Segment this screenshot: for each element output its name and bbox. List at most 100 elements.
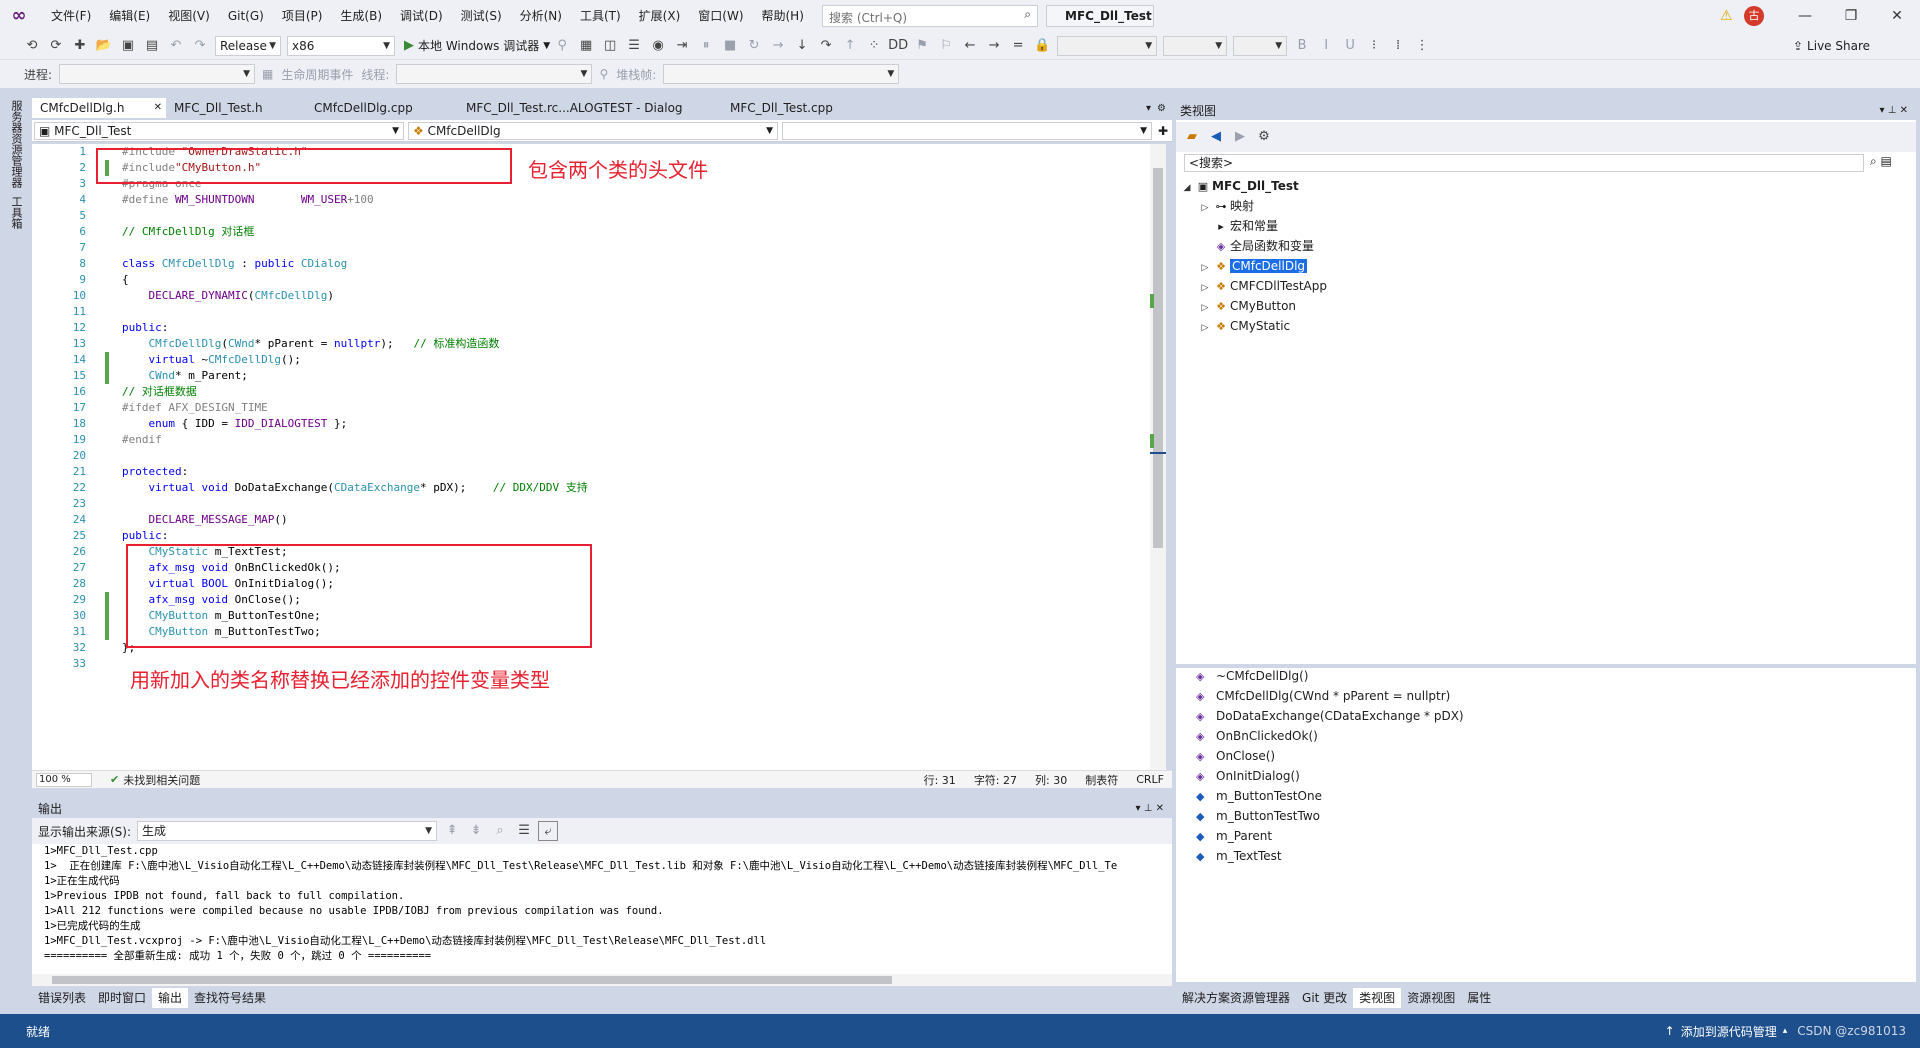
code-line[interactable]: 10 DECLARE_DYNAMIC(CMfcDellDlg)	[32, 288, 1132, 304]
underline-icon[interactable]: U	[1340, 36, 1360, 56]
tab-resource-view[interactable]: 资源视图	[1401, 988, 1461, 1008]
tab-toolbox[interactable]: 工具箱	[8, 196, 24, 229]
eol-indicator[interactable]: CRLF	[1136, 773, 1164, 786]
zoom-select[interactable]: 100 %	[36, 772, 92, 787]
back-icon[interactable]: ◀	[1206, 127, 1226, 147]
tab-solution-explorer[interactable]: 解决方案资源管理器	[1176, 988, 1296, 1008]
code-line[interactable]: 24 DECLARE_MESSAGE_MAP()	[32, 512, 1132, 528]
menu-view[interactable]: 视图(V)	[159, 0, 219, 32]
hscrollbar-thumb[interactable]	[52, 976, 892, 984]
code-line[interactable]: 23	[32, 496, 1132, 512]
stop-icon[interactable]: ■	[720, 36, 740, 56]
step-icon[interactable]: →	[768, 36, 788, 56]
open-icon[interactable]: 📂	[94, 36, 114, 56]
code-line[interactable]: 12 public:	[32, 320, 1132, 336]
menu-edit[interactable]: 编辑(E)	[100, 0, 159, 32]
export-icon[interactable]: ⇥	[672, 36, 692, 56]
word-wrap-icon[interactable]: ⤶	[538, 821, 559, 841]
font-select[interactable]: ▼	[1057, 35, 1158, 56]
class-nav-select[interactable]: ❖ CMfcDellDlg ▼	[408, 121, 778, 140]
tree-node-cmystatic[interactable]: ▷ ❖ CMyStatic	[1198, 316, 1291, 336]
code-line[interactable]: 4 #define WM_SHUNTDOWN WM_USER+100	[32, 192, 1132, 208]
tab-mfc-dll-test-h[interactable]: MFC_Dll_Test.h	[166, 98, 306, 118]
settings-icon[interactable]: ⚙	[1254, 127, 1274, 147]
code-line[interactable]: 6 // CMfcDellDlg 对话框	[32, 224, 1132, 240]
new-folder-icon[interactable]: ▰	[1182, 127, 1202, 147]
tree-root[interactable]: ◢ ▣ MFC_Dll_Test	[1180, 176, 1299, 196]
code-line[interactable]: 19 #endif	[32, 432, 1132, 448]
start-debug-button[interactable]: ▶ 本地 Windows 调试器 ▼	[404, 37, 550, 54]
stack-select[interactable]: ▼	[663, 64, 900, 84]
tab-error-list[interactable]: 错误列表	[32, 988, 92, 1008]
search-icon[interactable]: ⌕ ▤	[1870, 154, 1892, 169]
align-right-icon[interactable]: ⋮	[1412, 36, 1432, 56]
tab-indicator[interactable]: 制表符	[1085, 772, 1118, 788]
menu-git[interactable]: Git(G)	[219, 0, 273, 32]
member-destructor[interactable]: ◈ ~CMfcDellDlg()	[1196, 666, 1308, 686]
find-icon[interactable]: ⌕	[490, 821, 510, 841]
tree-node-maps[interactable]: ▷ ⊶ 映射	[1198, 196, 1254, 216]
code-line[interactable]: 18 enum { IDD = IDD_DIALOGTEST };	[32, 416, 1132, 432]
forward-icon[interactable]: ⟳	[46, 36, 66, 56]
output-text[interactable]: 1>MFC_Dll_Test.cpp 1> 正在创建库 F:\鹿中池\L_Visi…	[32, 844, 1172, 974]
tab-output[interactable]: 输出	[152, 988, 189, 1008]
folder-icon[interactable]: ▦	[576, 36, 596, 56]
member-m-parent[interactable]: ◆ m_Parent	[1196, 826, 1272, 846]
tab-cmfcdelldlg-h[interactable]: CMfcDellDlg.h ✕	[32, 98, 166, 118]
attach-icon[interactable]: ⚲	[552, 36, 572, 56]
tab-class-view[interactable]: 类视图	[1353, 988, 1402, 1008]
back-icon[interactable]: ⟲	[22, 36, 42, 56]
hex-icon[interactable]: DD	[888, 36, 908, 56]
align-icon[interactable]: =	[1008, 36, 1028, 56]
tab-mfc-dll-test-cpp[interactable]: MFC_Dll_Test.cpp	[722, 98, 872, 118]
breakpoint-icon[interactable]: ⁘	[864, 36, 884, 56]
step-into-icon[interactable]: ↓	[792, 36, 812, 56]
member-onbnclickedok[interactable]: ◈ OnBnClickedOk()	[1196, 726, 1318, 746]
add-source-control[interactable]: 添加到源代码管理	[1681, 1023, 1777, 1040]
tab-overflow-icon[interactable]: ▾	[1146, 103, 1151, 114]
step-over-icon[interactable]: ↷	[816, 36, 836, 56]
member-nav-select[interactable]: ▼	[782, 121, 1152, 140]
code-line[interactable]: 17 #ifdef AFX_DESIGN_TIME	[32, 400, 1132, 416]
pause-icon[interactable]: ⏸	[696, 36, 716, 56]
close-icon[interactable]: ✕	[1874, 0, 1920, 32]
undo-icon[interactable]: ↶	[166, 36, 186, 56]
platform-select[interactable]: x86 ▼	[287, 35, 395, 56]
redo-icon[interactable]: ↷	[190, 36, 210, 56]
screenshot-icon[interactable]: ◫	[600, 36, 620, 56]
member-oninitdialog[interactable]: ◈ OnInitDialog()	[1196, 766, 1300, 786]
issues-label[interactable]: 未找到相关问题	[123, 772, 200, 788]
process-select[interactable]: ▼	[59, 64, 256, 84]
menu-window[interactable]: 窗口(W)	[689, 0, 752, 32]
restart-icon[interactable]: ↻	[744, 36, 764, 56]
panel-pin-icon[interactable]: ▾ ⊥ ✕	[1880, 105, 1908, 116]
code-line[interactable]: 22 virtual void DoDataExchange(CDataExch…	[32, 480, 1132, 496]
tab-immediate[interactable]: 即时窗口	[92, 988, 152, 1008]
minimize-icon[interactable]: —	[1782, 0, 1828, 32]
avatar[interactable]: 古	[1744, 6, 1764, 26]
style-select[interactable]: ▼	[1233, 35, 1288, 56]
class-view-search[interactable]: <搜索>	[1184, 154, 1864, 172]
tab-server-explorer[interactable]: 服务器资源管理器	[8, 100, 24, 188]
menu-test[interactable]: 测试(S)	[452, 0, 511, 32]
menu-tools[interactable]: 工具(T)	[571, 0, 630, 32]
menu-debug[interactable]: 调试(D)	[391, 0, 452, 32]
settings-icon[interactable]: ⚙	[1157, 103, 1166, 114]
nav-back-icon[interactable]: ←	[960, 36, 980, 56]
restore-icon[interactable]: ❐	[1828, 0, 1874, 32]
code-line[interactable]: 20	[32, 448, 1132, 464]
scrollbar-thumb[interactable]	[1153, 168, 1163, 548]
vs-logo-icon[interactable]: ∞	[8, 5, 30, 27]
new-project-icon[interactable]: ✚	[70, 36, 90, 56]
split-icon[interactable]: ✚	[1158, 124, 1168, 138]
editor-scrollbar[interactable]	[1150, 144, 1166, 770]
lifecycle-label[interactable]: 生命周期事件	[281, 66, 353, 83]
bookmark-icon[interactable]: ⚑	[912, 36, 932, 56]
align-center-icon[interactable]: ⁞	[1388, 36, 1408, 56]
tree-node-cmybutton[interactable]: ▷ ❖ CMyButton	[1198, 296, 1297, 316]
config-select[interactable]: Release ▼	[215, 35, 281, 56]
project-nav-select[interactable]: ▣ MFC_Dll_Test ▼	[34, 121, 404, 140]
member-m-texttest[interactable]: ◆ m_TextTest	[1196, 846, 1282, 866]
member-m-buttontestone[interactable]: ◆ m_ButtonTestOne	[1196, 786, 1322, 806]
tab-rc-dialog[interactable]: MFC_Dll_Test.rc...ALOGTEST - Dialog	[458, 98, 722, 118]
